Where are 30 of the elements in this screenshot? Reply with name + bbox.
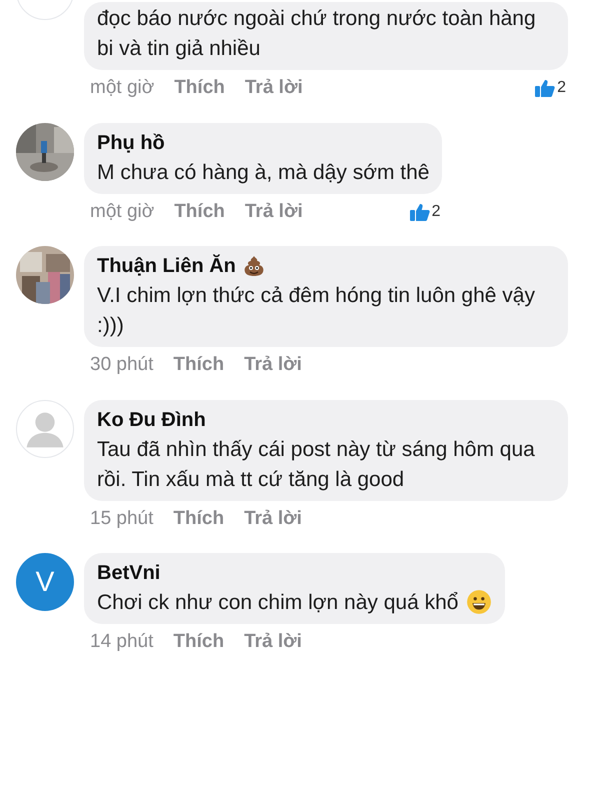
reply-link[interactable]: Trả lời — [244, 504, 302, 533]
avatar: V — [16, 553, 74, 611]
comment-text: M chưa có hàng à, mà dậy sớm thê — [97, 160, 430, 184]
like-count: 2 — [432, 202, 440, 222]
comment-text: V.I chim lợn thức cả đêm hóng tin luôn ghê vậy :))) — [97, 284, 535, 337]
comment-time: 14 phút — [90, 630, 154, 654]
comment-text: Tau đã nhìn thấy cái post này từ sáng hôm qua rồi. Tin xấu mà tt cứ tăng là good — [97, 438, 535, 490]
comment-text: Chơi ck như con chim lợn này quá khổ — [97, 591, 458, 614]
avatar-silhouette-icon — [16, 400, 74, 458]
comment-time: 15 phút — [90, 506, 154, 530]
comment-time: một giờ — [90, 76, 154, 100]
like-link[interactable]: Thích — [173, 504, 224, 533]
commenter-name[interactable]: BetVni — [97, 558, 160, 588]
commenter-name[interactable]: Ko Đu Đình — [97, 404, 206, 434]
reply-link[interactable]: Trả lời — [244, 351, 302, 380]
comment-time: một giờ — [90, 200, 154, 224]
thumbs-up-icon — [410, 202, 430, 221]
thumbs-up-icon — [535, 79, 556, 98]
comment-time: 30 phút — [90, 353, 154, 377]
commenter-name[interactable]: Thuận Liên Ăn — [97, 251, 236, 281]
like-link[interactable]: Thích — [173, 628, 224, 656]
reply-link[interactable]: Trả lời — [244, 628, 302, 656]
like-link[interactable]: Thích — [174, 74, 225, 102]
like-link[interactable]: Thích — [173, 351, 224, 380]
reply-link[interactable]: Trả lời — [244, 198, 303, 226]
commenter-name[interactable]: Phụ hồ — [97, 128, 165, 158]
like-link[interactable]: Thích — [174, 198, 225, 226]
like-count: 2 — [557, 78, 566, 98]
comment-text: đọc báo nước ngoài chứ trong nước toàn hàng bi và tin giả nhiều — [97, 7, 536, 60]
reply-link[interactable]: Trả lời — [244, 74, 303, 102]
